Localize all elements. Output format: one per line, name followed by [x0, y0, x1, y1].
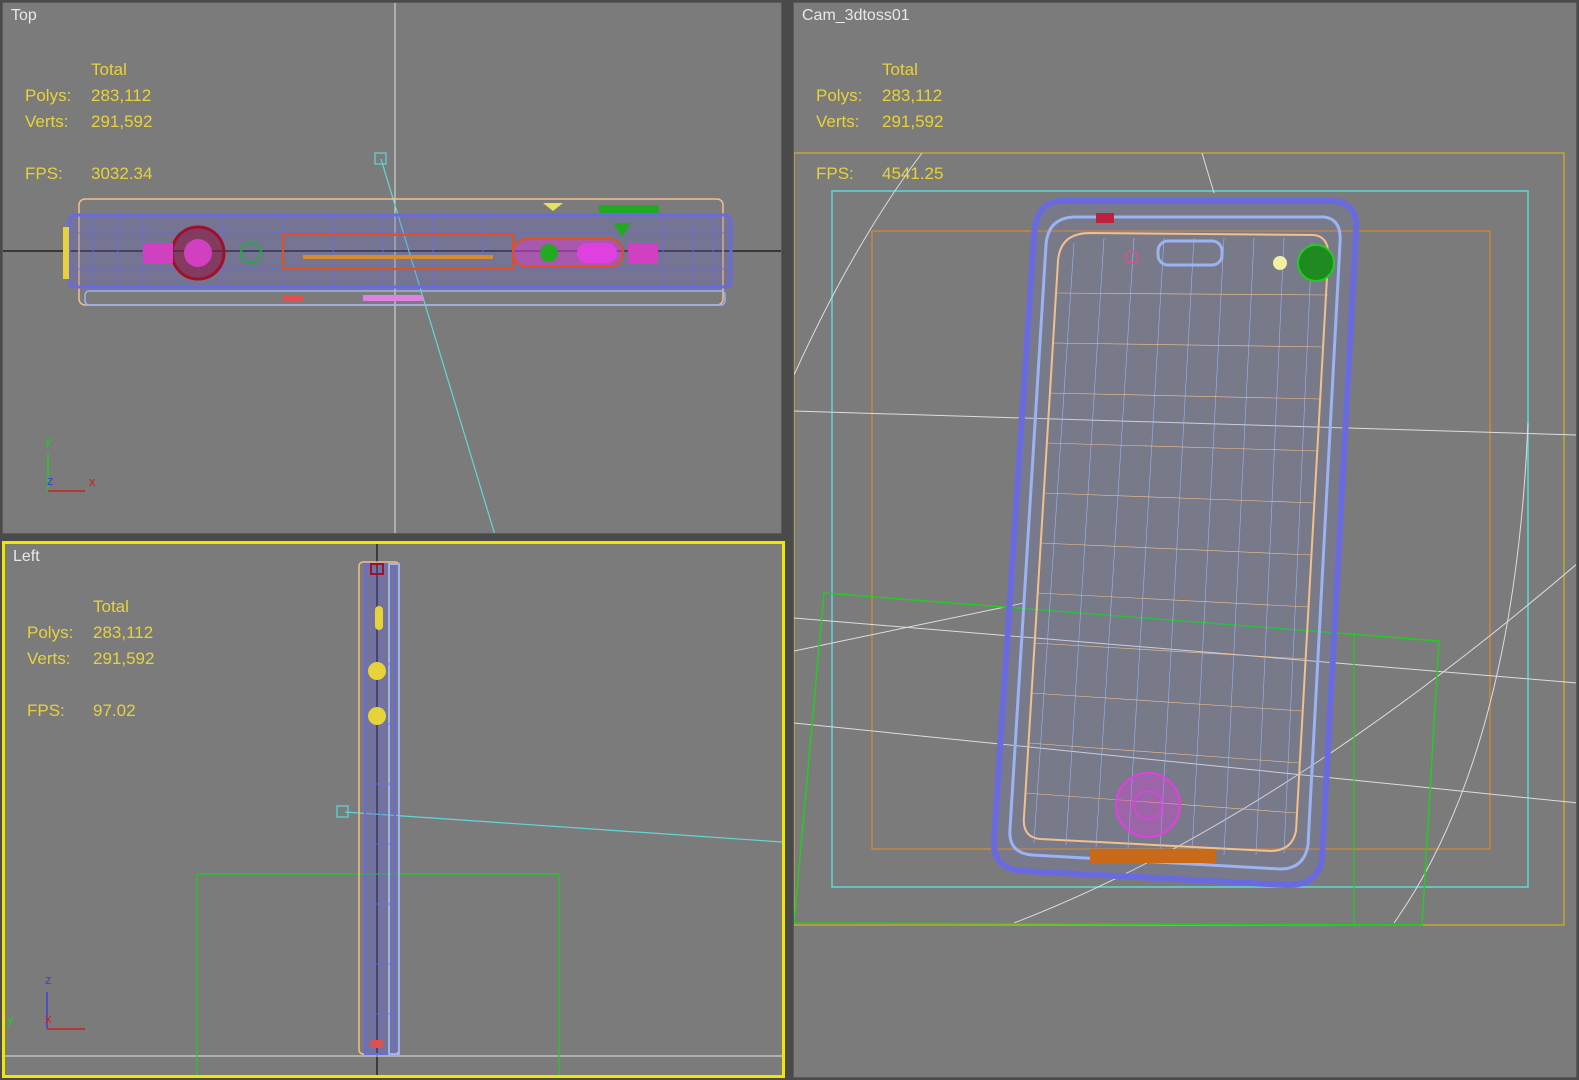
top-wireframe: y x z: [3, 3, 781, 533]
viewport-camera[interactable]: Cam_3dtoss01 Total Polys: 283,112 Verts: 2…: [793, 2, 1577, 1078]
left-wireframe: z x y: [5, 544, 782, 1075]
camera-wireframe: [794, 152, 1576, 926]
phone-model[interactable]: [990, 198, 1360, 889]
axis-label-v: y: [45, 433, 52, 448]
axis-label-h: x: [89, 474, 96, 489]
axis-label-v: z: [45, 972, 52, 987]
camera-icon[interactable]: [374, 152, 387, 165]
viewport-left[interactable]: Left Total Polys: 283,112 Verts: 291,592 F…: [2, 541, 785, 1078]
axis-label-d: z: [47, 473, 54, 488]
viewport-top[interactable]: Top Total Polys: 283,112 Verts: 291,592 FP…: [2, 2, 782, 534]
axis-label-d: y: [7, 1012, 14, 1027]
axis-label-h: x: [45, 1011, 52, 1026]
